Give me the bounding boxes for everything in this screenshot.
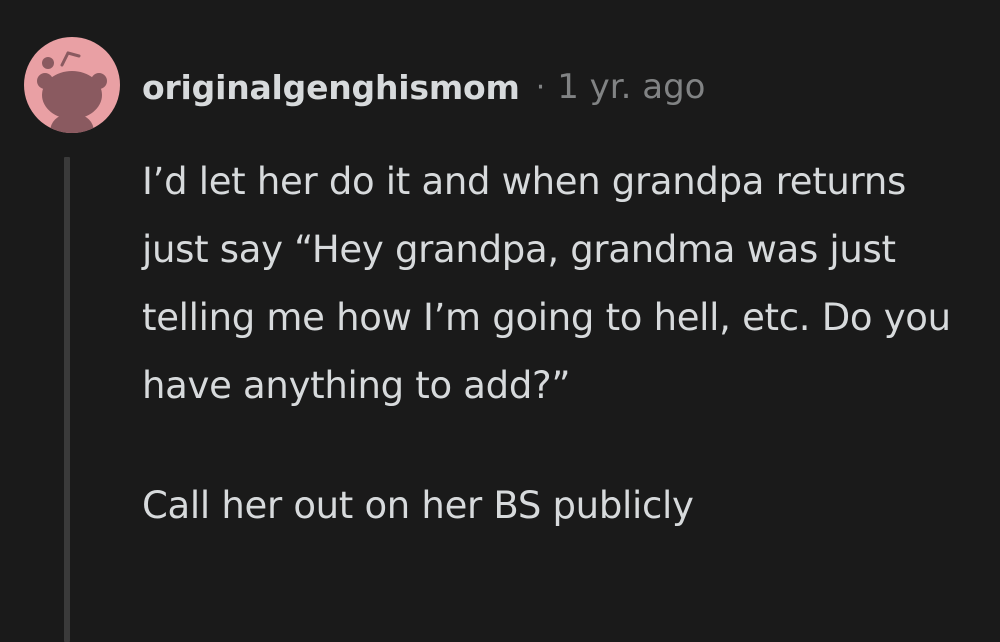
comment-paragraph: Call her out on her BS publicly <box>142 484 694 527</box>
comment-header: originalgenghismom · 1 yr. ago <box>142 62 706 112</box>
comment-timestamp[interactable]: 1 yr. ago <box>557 67 705 107</box>
username-link[interactable]: originalgenghismom <box>142 68 520 107</box>
comment-paragraph: I’d let her do it and when grandpa retur… <box>142 160 951 407</box>
user-avatar[interactable] <box>24 37 120 133</box>
meta-separator: · <box>535 69 546 105</box>
comment-body: I’d let her do it and when grandpa retur… <box>142 148 982 540</box>
thread-collapse-line[interactable] <box>64 157 70 642</box>
snoo-avatar-icon <box>37 51 107 133</box>
